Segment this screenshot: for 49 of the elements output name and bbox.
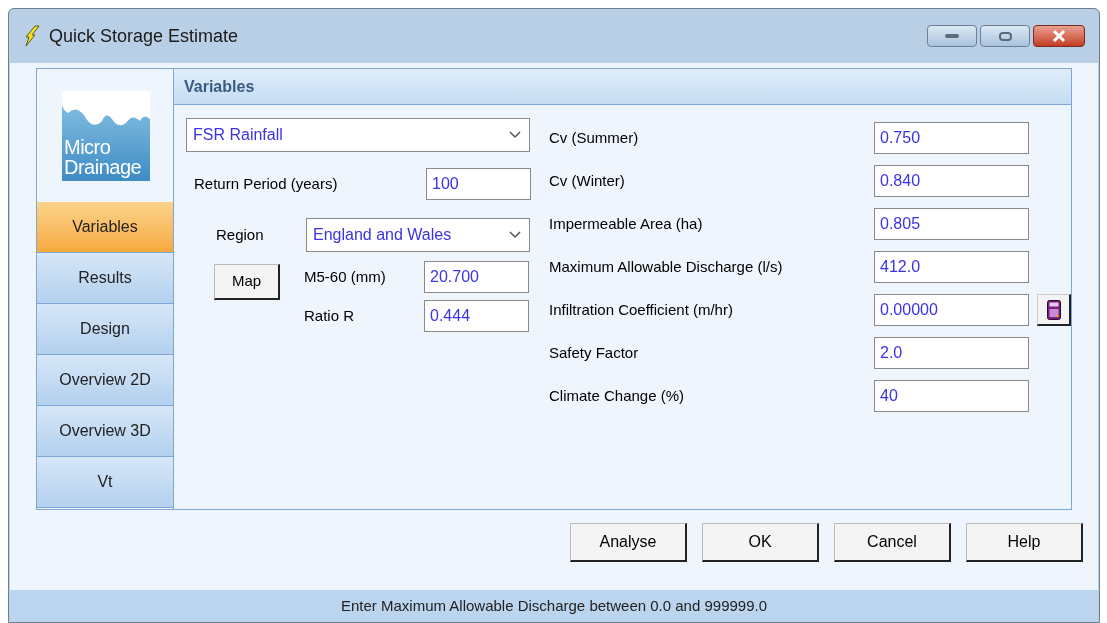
input-field[interactable]: 412.0 <box>874 251 1029 283</box>
input-field[interactable]: 100 <box>426 168 531 200</box>
logo: Micro Drainage <box>62 90 150 181</box>
rainfall-dropdown[interactable]: FSR Rainfall <box>186 118 530 152</box>
input-field[interactable]: 0.444 <box>424 300 529 332</box>
dialog-button[interactable]: Analyse <box>570 523 687 562</box>
field-label: Region <box>216 224 265 245</box>
panel-header: Variables <box>174 69 1071 105</box>
input-field[interactable]: 0.750 <box>874 122 1029 154</box>
input-field[interactable]: 0.840 <box>874 165 1029 197</box>
region-dropdown[interactable]: England and Wales <box>306 218 530 252</box>
sidebar-tab[interactable]: Results <box>37 253 173 304</box>
field-label: Maximum Allowable Discharge (l/s) <box>549 256 784 277</box>
close-icon <box>1052 30 1066 42</box>
dialog-button[interactable]: Cancel <box>834 523 951 562</box>
field-label: Cv (Summer) <box>549 127 640 148</box>
map-button[interactable]: Map <box>214 264 280 300</box>
calculator-icon <box>1046 299 1061 320</box>
field-label: Impermeable Area (ha) <box>549 213 704 234</box>
sidebar-tab[interactable]: Variables <box>37 202 173 253</box>
input-field[interactable]: 0.00000 <box>874 294 1029 326</box>
chevron-down-icon <box>509 231 521 239</box>
sidebar-tab[interactable]: Design <box>37 304 173 355</box>
sidebar-tab[interactable]: Overview 2D <box>37 355 173 406</box>
field-label: Return Period (years) <box>194 173 339 194</box>
input-field[interactable]: 2.0 <box>874 337 1029 369</box>
field-label: Infiltration Coefficient (m/hr) <box>549 299 734 320</box>
minimize-icon <box>945 34 959 38</box>
field-label: M5-60 (mm) <box>304 266 387 287</box>
field-label: Cv (Winter) <box>549 170 626 191</box>
input-field[interactable]: 0.805 <box>874 208 1029 240</box>
chevron-down-icon <box>509 131 521 139</box>
sidebar-tab[interactable]: Vt <box>37 457 173 508</box>
field-label: Ratio R <box>304 305 356 326</box>
lightning-icon <box>23 25 41 47</box>
input-field[interactable]: 20.700 <box>424 261 529 293</box>
field-label: Safety Factor <box>549 342 640 363</box>
dialog-button[interactable]: OK <box>702 523 819 562</box>
input-field[interactable]: 40 <box>874 380 1029 412</box>
maximize-button[interactable] <box>980 25 1030 47</box>
status-bar: Enter Maximum Allowable Discharge between 0.0 and 999999.0 <box>10 590 1098 622</box>
maximize-icon <box>998 31 1012 41</box>
window-title: Quick Storage Estimate <box>49 24 239 48</box>
sidebar-tab[interactable]: Overview 3D <box>37 406 173 457</box>
calculator-button[interactable] <box>1037 294 1071 326</box>
close-button[interactable] <box>1033 25 1085 47</box>
minimize-button[interactable] <box>927 25 977 47</box>
field-label: Climate Change (%) <box>549 385 686 406</box>
dialog-button[interactable]: Help <box>966 523 1083 562</box>
